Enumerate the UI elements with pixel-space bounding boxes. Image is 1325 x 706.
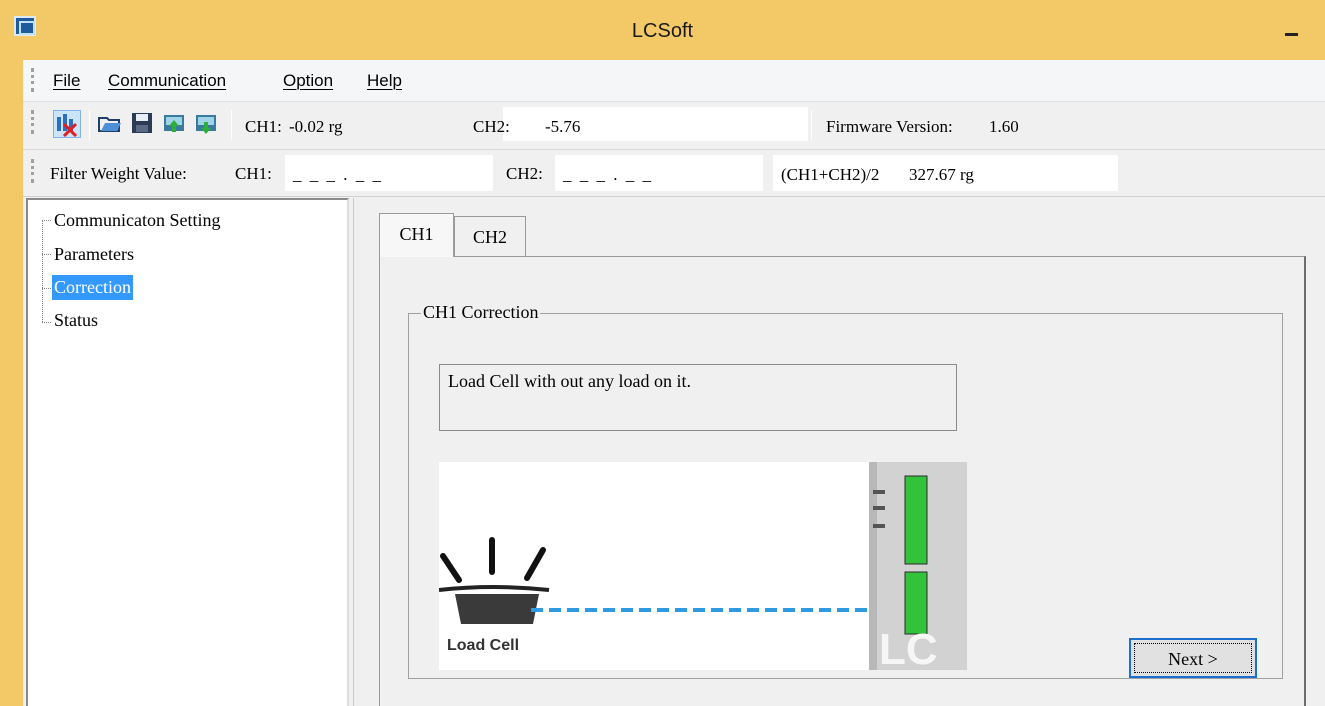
filter-weight-bar: Filter Weight Value: CH1: _ _ _ . _ _ CH… [23,151,1325,197]
filter-ch2-label: CH2: [506,164,543,183]
firmware-label: Firmware Version: [826,117,953,136]
toolbar-grip [31,110,34,134]
next-button[interactable]: Next > [1129,638,1257,678]
download-icon [196,115,216,134]
tab-ch2[interactable]: CH2 [454,216,526,257]
tree-connector [42,220,43,322]
navigation-tree[interactable]: Communicaton Setting Parameters Correcti… [26,198,349,706]
filter-ch2-field: _ _ _ . _ _ [555,155,763,191]
menu-option[interactable]: Option [283,71,333,91]
tree-item-status[interactable]: Status [52,308,100,333]
minimize-button[interactable] [1280,14,1308,42]
load-cell-label: Load Cell [447,637,520,654]
upload-icon [164,115,184,132]
download-button[interactable] [193,110,221,138]
ch1-value: -0.02 rg [289,117,343,136]
load-cell-illustration: LC Load Cell [439,462,967,670]
save-icon [132,113,152,133]
ch2-label: CH2: [473,117,510,136]
next-button-label: Next > [1168,649,1218,669]
instruction-box: Load Cell with out any load on it. [439,364,957,431]
tab-ch2-label: CH2 [472,227,507,247]
toolbar-separator [811,110,812,140]
firmware-value: 1.60 [989,117,1019,136]
menu-bar: File Communication Option Help [23,60,1325,102]
tab-ch1-label: CH1 [399,224,434,244]
tree-connector [42,254,51,255]
terminal-block [904,475,928,565]
ch1-readout: -0.02 rg [287,107,457,141]
window-title: LCSoft [631,20,694,42]
toolbar: CH1: -0.02 rg CH2: -5.76 Firmware Versio… [23,102,1325,150]
tree-item-correction[interactable]: Correction [52,275,133,300]
content-panel: CH1 CH2 CH1 Correction Load Cell with ou… [353,198,1325,706]
menu-grip [31,68,34,92]
filter-weight-label: Filter Weight Value: [50,164,187,183]
load-cell-plate [439,585,550,592]
correction-group-title: CH1 Correction [421,302,541,323]
filter-avg-value: 327.67 rg [909,165,974,184]
filter-ch1-value: _ _ _ . _ _ [293,165,383,184]
open-folder-icon [98,117,121,132]
ch1-tab-page: CH1 Correction Load Cell with out any lo… [379,256,1306,706]
alert-ray [440,553,462,583]
client-area: File Communication Option Help CH1: -0.0… [23,60,1325,706]
menu-help[interactable]: Help [367,71,402,91]
title-bar[interactable]: LCSoft [0,0,1325,60]
tree-connector [42,220,51,221]
toolbar-separator [89,110,90,140]
alert-ray [524,547,546,581]
load-cell-base [455,594,539,624]
filter-ch2-value: _ _ _ . _ _ [563,165,653,184]
lc-logo: LC [879,625,938,670]
tree-item-communication-setting[interactable]: Communicaton Setting [52,208,223,233]
toolbar-separator [231,110,232,140]
disconnect-button[interactable] [53,110,81,138]
filterbar-grip [31,159,34,183]
filter-ch1-field: _ _ _ . _ _ [285,155,493,191]
ch1-correction-group: CH1 Correction Load Cell with out any lo… [408,302,1283,679]
save-button[interactable] [129,110,157,138]
upload-button[interactable] [161,110,189,138]
instruction-text: Load Cell with out any load on it. [448,371,691,391]
disconnect-icon [57,114,78,138]
tab-ch1[interactable]: CH1 [379,213,454,257]
menu-communication[interactable]: Communication [108,71,226,91]
filter-avg-label: (CH1+CH2)/2 [781,165,880,184]
tree-connector [42,322,51,323]
tree-item-parameters[interactable]: Parameters [52,242,136,267]
ch2-value: -5.76 [545,117,581,136]
ch1-label: CH1: [245,117,282,136]
filter-avg-field: (CH1+CH2)/2 327.67 rg [773,155,1118,191]
tree-connector [42,288,51,289]
ch2-readout: CH2: -5.76 [473,107,808,141]
filter-ch1-label: CH1: [235,164,272,183]
menu-file[interactable]: File [53,71,80,91]
open-button[interactable] [97,110,125,138]
